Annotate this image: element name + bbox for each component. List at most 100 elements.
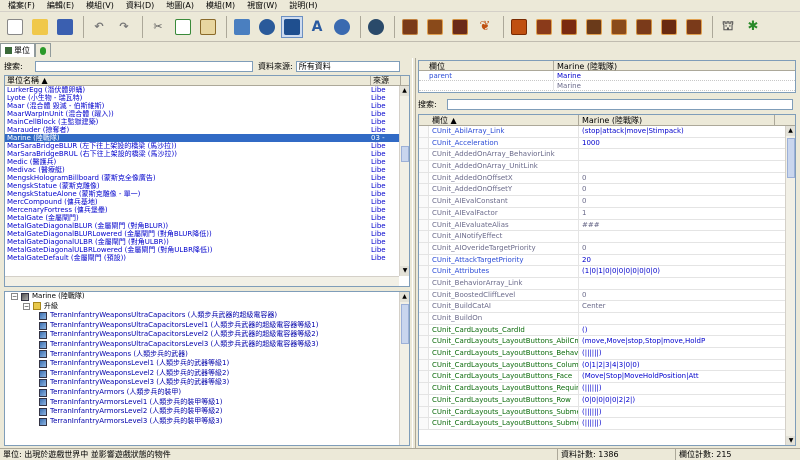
model-button[interactable] (449, 16, 471, 38)
button-editor-button[interactable] (583, 16, 605, 38)
collapse-icon[interactable]: − (23, 302, 30, 310)
field-row[interactable]: CUnit_CardLayouts_LayoutButtons_Column (0… (419, 359, 795, 372)
unit-list-row[interactable]: Medic (醫護兵) Libe (5, 158, 409, 166)
field-row[interactable]: CUnit_Acceleration 1000 (419, 137, 795, 150)
menu-map[interactable]: 地圖(A) (160, 0, 200, 12)
field-value[interactable]: 20 (579, 255, 775, 266)
field-row[interactable]: CUnit_CardLayouts_LayoutButtons_Requirem… (419, 383, 795, 395)
scroll-thumb[interactable] (401, 304, 409, 344)
search-input[interactable] (35, 61, 253, 72)
requirement-button[interactable] (633, 16, 655, 38)
unit-list-row[interactable]: MarSaraBridgeBLUR (左下往上架設的橋梁 (馬沙拉)) Libe (5, 142, 409, 150)
field-row[interactable]: CUnit_AddedOnOffsetX 0 (419, 172, 795, 185)
menu-modules[interactable]: 模組(V) (80, 0, 120, 12)
field-value[interactable] (579, 149, 775, 160)
menu-file[interactable]: 檔案(F) (2, 0, 41, 12)
unit-list-row[interactable]: MengskStatueAlone (蒙斯克雕像 - 單一) Libe (5, 190, 409, 198)
unit-list-scrollbar[interactable]: ▲ ▼ (399, 86, 409, 276)
unit-list-row[interactable]: MercenaryFortress (傭兵堡壘) Libe (5, 206, 409, 214)
menu-window[interactable]: 視窗(W) (241, 0, 283, 12)
field-value[interactable]: 1 (579, 208, 775, 219)
field-value[interactable] (579, 231, 775, 242)
field-row[interactable]: CUnit_AddedOnArray_UnitLink (419, 161, 795, 173)
tree-upgrade-item[interactable]: TerranInfantryArmorsLevel3 (人類步兵的裝甲等級3) (5, 417, 409, 427)
unit-list-row[interactable]: MetalGateDiagonalULBR (金屬閘門 (對角ULBR)) Lib… (5, 238, 409, 246)
tree-upgrade-item[interactable]: TerranInfantryWeaponsUltraCapacitors (人類… (5, 311, 409, 321)
field-row[interactable]: CUnit_CardLayouts_LayoutButtons_Behavior… (419, 348, 795, 360)
field-value[interactable] (579, 313, 775, 324)
field-value[interactable]: (move,Move|stop,Stop|move,HoldP (579, 336, 775, 347)
unit-list-hscrollbar[interactable] (5, 276, 399, 286)
validator-button[interactable] (683, 16, 705, 38)
field-value[interactable]: (||||||) (579, 348, 775, 359)
scroll-up-arrow-icon[interactable]: ▲ (400, 86, 409, 96)
parent-row[interactable]: Marine (419, 81, 795, 91)
unit-list-row[interactable]: MarSaraBridgeBRUL (右下往上架設的橋梁 (馬沙拉)) Libe (5, 150, 409, 158)
column-header-name[interactable]: 單位名稱 ▲ (5, 76, 371, 85)
tab-units[interactable]: 單位 (0, 43, 35, 57)
collapse-icon[interactable]: − (11, 293, 18, 301)
tree-folder[interactable]: − 升級 (5, 302, 409, 312)
copy-button[interactable] (172, 16, 194, 38)
add-tab-button[interactable] (35, 43, 51, 57)
scroll-up-arrow-icon[interactable]: ▲ (400, 292, 409, 302)
cut-button[interactable]: ✂ (147, 16, 169, 38)
tree-upgrade-item[interactable]: TerranInfantryWeaponsLevel2 (人類步兵的武器等級2) (5, 369, 409, 379)
unit-list-row[interactable]: MetalGateDiagonalULBRLowered (金屬閘門 (對角UL… (5, 246, 409, 254)
field-row[interactable]: CUnit_BuildOn (419, 313, 795, 325)
text-editor-button[interactable]: A (306, 16, 328, 38)
test-map-button[interactable]: ✱ (742, 16, 764, 38)
field-row[interactable]: CUnit_CardLayouts_LayoutButtons_SubmenuC… (419, 406, 795, 419)
publish-button[interactable]: ⛫ (717, 16, 739, 38)
effect-button[interactable] (508, 16, 530, 38)
field-row[interactable]: CUnit_CardLayouts_LayoutButtons_AbilCmd(… (419, 336, 795, 349)
field-row[interactable]: CUnit_AIEvalConstant 0 (419, 196, 795, 208)
trigger-editor-button[interactable] (331, 16, 353, 38)
tree-upgrade-item[interactable]: TerranInfantryArmorsLevel1 (人類步兵的裝甲等級1) (5, 398, 409, 408)
field-value[interactable]: () (579, 325, 775, 336)
column-header-value[interactable]: Marine (陸戰隊) (579, 115, 775, 125)
field-row[interactable]: CUnit_BoostedCliffLevel 0 (419, 289, 795, 302)
tree-scrollbar[interactable]: ▲ (399, 292, 409, 445)
field-row[interactable]: CUnit_BuildCatAI Center (419, 301, 795, 313)
terrain-editor-button[interactable] (231, 16, 253, 38)
field-value[interactable]: 0 (579, 243, 775, 254)
field-row[interactable]: CUnit_AttackTargetPriority 20 (419, 254, 795, 267)
tree-upgrade-item[interactable]: TerranInfantryWeaponsUltraCapacitorsLeve… (5, 330, 409, 340)
field-value[interactable] (579, 278, 775, 289)
save-button[interactable] (54, 16, 76, 38)
tree-upgrade-item[interactable]: TerranInfantryWeaponsLevel1 (人類步兵的武器等級1) (5, 359, 409, 369)
field-row[interactable]: CUnit_CardLayouts_LayoutButtons_Row (0|0|… (419, 394, 795, 407)
scroll-down-arrow-icon[interactable]: ▼ (786, 436, 795, 445)
field-row[interactable]: CUnit_AddedOnOffsetY 0 (419, 184, 795, 197)
redo-button[interactable]: ↷ (113, 16, 135, 38)
field-row[interactable]: CUnit_AddedOnArray_BehaviorLink (419, 149, 795, 162)
unit-list-row[interactable]: MetalGateDefault (金屬閘門 (預設)) Libe (5, 254, 409, 262)
field-value[interactable]: 0 (579, 290, 775, 301)
field-row[interactable]: CUnit_AbilArray_Link (stop|attack|move|St… (419, 126, 795, 138)
unit-list-row[interactable]: Marine (陸戰隊) 03 - (5, 134, 409, 142)
field-row[interactable]: CUnit_AIEvaluateAlias ### (419, 219, 795, 232)
field-value[interactable]: 0 (579, 184, 775, 195)
unit-list-row[interactable]: MengskHologramBillboard (蒙斯克全像廣告) Libe (5, 174, 409, 182)
tree-root[interactable]: − Marine (陸戰隊) (5, 292, 409, 302)
field-search-input[interactable] (447, 99, 793, 110)
column-header-field[interactable]: 欄位 ▲ (419, 115, 579, 125)
field-row[interactable]: CUnit_CardLayouts_LayoutButtons_Face (Mov… (419, 371, 795, 384)
menu-edit[interactable]: 編輯(E) (41, 0, 80, 12)
field-row[interactable]: CUnit_CardLayouts_CardId() (419, 324, 795, 337)
unit-list-row[interactable]: MercCompound (傭兵基地) Libe (5, 198, 409, 206)
field-value[interactable]: Center (579, 301, 775, 312)
tree-upgrade-item[interactable]: TerranInfantryArmorsLevel2 (人類步兵的裝甲等級2) (5, 407, 409, 417)
import-button[interactable] (399, 16, 421, 38)
scroll-up-arrow-icon[interactable]: ▲ (786, 126, 795, 136)
field-value[interactable]: (1|0|1|0|0|0|0|0|0|0|0) (579, 266, 775, 277)
field-row[interactable]: CUnit_AIOverideTargetPriority 0 (419, 242, 795, 255)
unit-list-row[interactable]: MengskStatue (蒙斯克雕像) Libe (5, 182, 409, 190)
open-file-button[interactable] (29, 16, 51, 38)
scroll-thumb[interactable] (401, 146, 409, 162)
field-value[interactable]: ### (579, 220, 775, 231)
field-value[interactable]: (stop|attack|move|Stimpack) (579, 126, 775, 137)
ability-button[interactable] (558, 16, 580, 38)
field-value[interactable]: (||||||) (579, 418, 775, 429)
